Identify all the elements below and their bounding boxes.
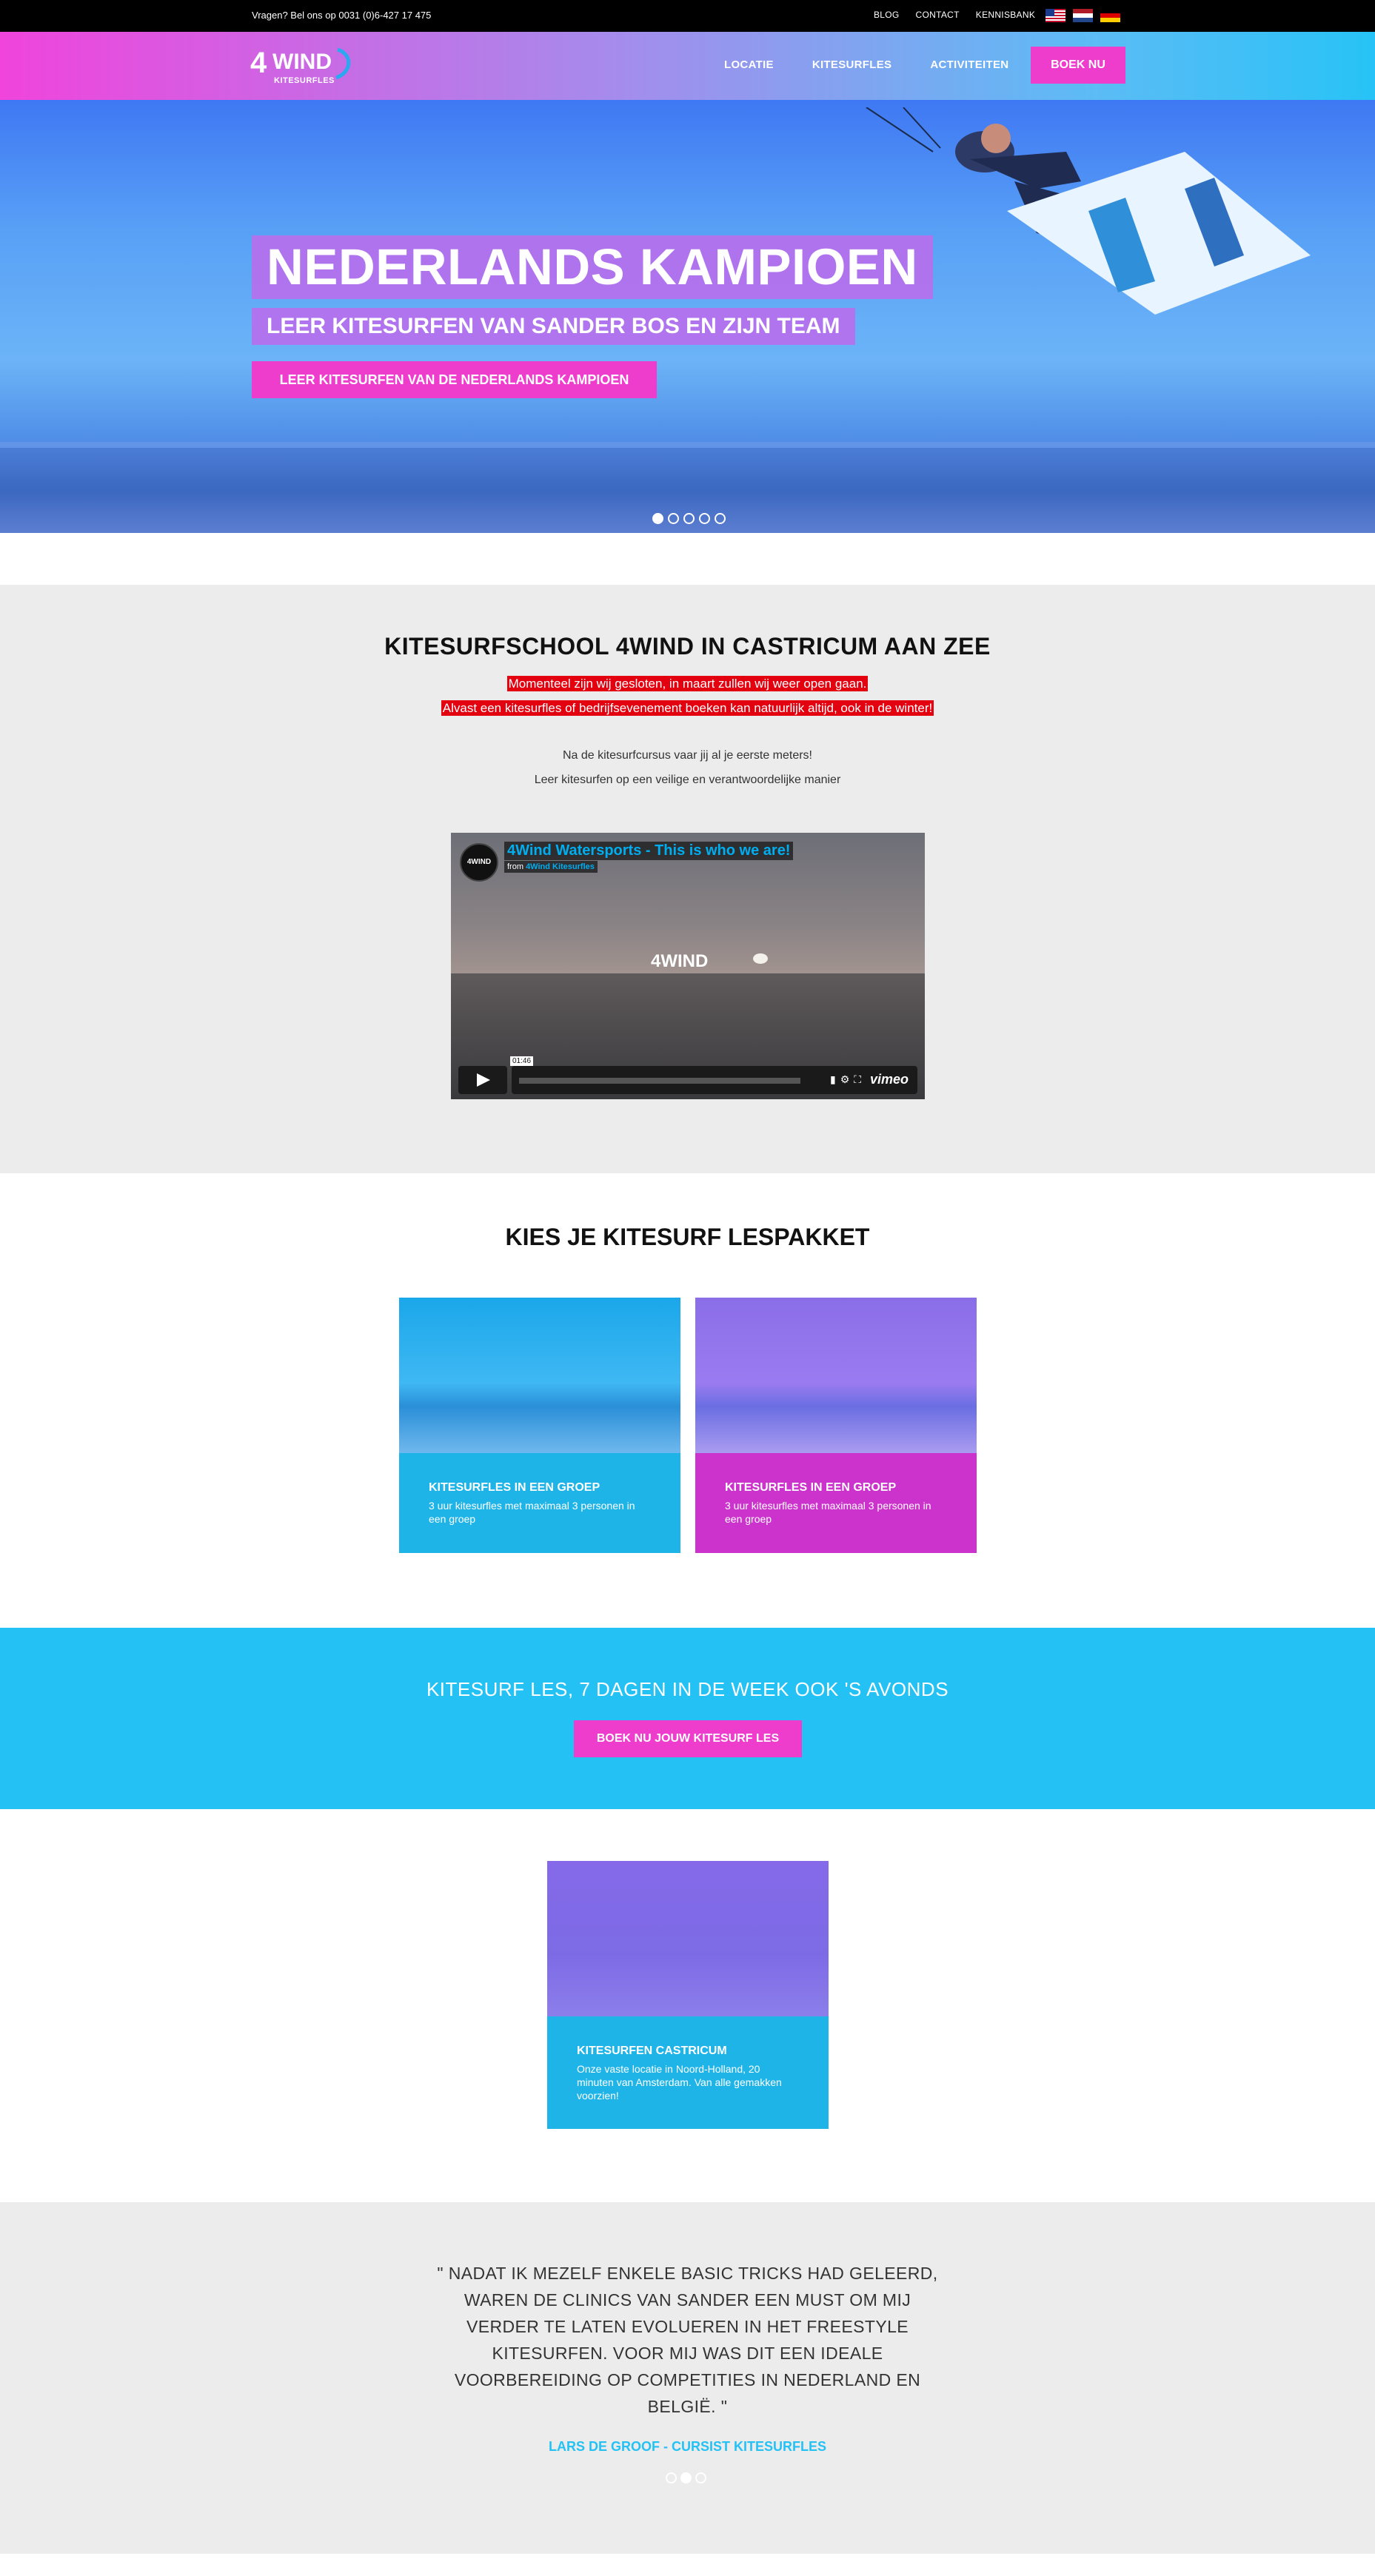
phone-number[interactable]: 0031 (0)6-427 17 475 (338, 10, 431, 21)
intro-title: KITESURFSCHOOL 4WIND IN CASTRICUM AAN ZE… (384, 633, 991, 660)
location-card-body: KITESURFEN CASTRICUM Onze vaste locatie … (547, 2016, 829, 2129)
package-card-2-image (695, 1298, 977, 1453)
kitesurfer-image (866, 107, 1311, 315)
language-flags (1046, 9, 1120, 22)
site-logo[interactable]: 4 WIND KITESURFLES (250, 45, 361, 88)
intro-paragraph-1: Na de kitesurfcursus vaar jij al je eers… (562, 749, 812, 762)
main-nav: LOCATIE KITESURFLES ACTIVITEITEN (724, 58, 1008, 71)
top-links: BLOG CONTACT KENNISBANK (874, 10, 1035, 20)
vimeo-video-player[interactable]: 4WIND 4Wind Watersports - This is who we… (451, 833, 925, 1099)
top-link-kennisbank[interactable]: KENNISBANK (976, 10, 1035, 20)
intro-paragraph-2: Leer kitesurfen op een veilige en verant… (534, 774, 841, 786)
video-logo: 4WIND (651, 951, 709, 971)
notice-2-text: Alvast een kitesurfles of bedrijfsevenem… (441, 700, 934, 716)
boek-nu-button[interactable]: BOEK NU (1031, 47, 1125, 84)
channel-avatar[interactable]: 4WIND (460, 843, 498, 882)
package-card-1-desc: 3 uur kitesurfles met maximaal 3 persone… (429, 1500, 635, 1525)
location-card[interactable]: KITESURFEN CASTRICUM Onze vaste locatie … (547, 1861, 829, 2129)
testimonial-dot-2[interactable] (680, 2472, 692, 2483)
packages-title: KIES JE KITESURF LESPAKKET (505, 1224, 870, 1250)
slider-dot-4[interactable] (699, 513, 710, 524)
hero-slider-dots (652, 513, 726, 524)
logo-number: 4 (250, 47, 267, 79)
phone-info: Vragen? Bel ons op 0031 (0)6-427 17 475 (252, 10, 431, 21)
video-sun (753, 953, 768, 964)
package-card-2[interactable]: KITESURFLES IN EEN GROEP 3 uur kitesurfl… (695, 1298, 977, 1553)
video-from: from 4Wind Kitesurfles (504, 861, 598, 873)
slider-dot-1[interactable] (652, 513, 663, 524)
site-header: 4 WIND KITESURFLES LOCATIE KITESURFLES A… (0, 32, 1375, 100)
video-progress-track[interactable] (519, 1078, 800, 1084)
location-card-image (547, 1861, 829, 2016)
nav-kitesurfles[interactable]: KITESURFLES (812, 58, 891, 71)
testimonial-dot-1[interactable] (666, 2472, 677, 2483)
nav-locatie[interactable]: LOCATIE (724, 58, 774, 71)
video-time: 01:46 (510, 1056, 534, 1066)
hero-title: NEDERLANDS KAMPIOEN (252, 235, 933, 299)
package-card-1-title: KITESURFLES IN EEN GROEP (429, 1481, 600, 1494)
video-controls-bar: ▮⚙⛶ vimeo (512, 1066, 917, 1094)
hero-cta-button[interactable]: LEER KITESURFEN VAN DE NEDERLANDS KAMPIO… (252, 361, 657, 398)
intro-section: KITESURFSCHOOL 4WIND IN CASTRICUM AAN ZE… (0, 585, 1375, 1173)
nav-activiteiten[interactable]: ACTIVITEITEN (930, 58, 1008, 71)
notice-1-text: Momenteel zijn wij gesloten, in maart zu… (506, 676, 869, 691)
top-bar: Vragen? Bel ons op 0031 (0)6-427 17 475 … (0, 0, 1375, 32)
boek-kitesurf-les-button[interactable]: BOEK NU JOUW KITESURF LES (574, 1720, 802, 1757)
top-link-contact[interactable]: CONTACT (916, 10, 960, 20)
slider-dot-3[interactable] (683, 513, 695, 524)
location-card-title: KITESURFEN CASTRICUM (577, 2045, 727, 2057)
top-link-blog[interactable]: BLOG (874, 10, 900, 20)
play-button[interactable] (458, 1066, 507, 1094)
nl-flag-icon[interactable] (1073, 9, 1093, 22)
testimonial-section: " NADAT IK MEZELF ENKELE BASIC TRICKS HA… (0, 2202, 1375, 2554)
package-card-1-image (399, 1298, 680, 1453)
us-flag-icon[interactable] (1046, 9, 1065, 22)
slider-dot-5[interactable] (715, 513, 726, 524)
de-flag-icon[interactable] (1100, 9, 1120, 22)
video-settings-icon[interactable]: ▮⚙⛶ (830, 1073, 866, 1086)
testimonial-dots (666, 2472, 706, 2483)
video-from-name[interactable]: 4Wind Kitesurfles (526, 862, 595, 871)
hero-slider: NEDERLANDS KAMPIOEN LEER KITESURFEN VAN … (0, 100, 1375, 533)
package-card-1[interactable]: KITESURFLES IN EEN GROEP 3 uur kitesurfl… (399, 1298, 680, 1553)
slider-dot-2[interactable] (668, 513, 679, 524)
logo-subtitle: KITESURFLES (274, 76, 335, 85)
vimeo-logo[interactable]: vimeo (870, 1072, 909, 1087)
cta-text: KITESURF LES, 7 DAGEN IN DE WEEK OOK 'S … (426, 1678, 949, 1700)
testimonial-dot-3[interactable] (695, 2472, 706, 2483)
cta-band: KITESURF LES, 7 DAGEN IN DE WEEK OOK 'S … (0, 1628, 1375, 1809)
package-card-2-title: KITESURFLES IN EEN GROEP (725, 1481, 897, 1494)
package-card-2-body: KITESURFLES IN EEN GROEP 3 uur kitesurfl… (695, 1453, 977, 1553)
video-from-label: from (507, 862, 523, 871)
logo-swoosh-icon (335, 47, 351, 80)
hero-subtitle: LEER KITESURFEN VAN SANDER BOS EN ZIJN T… (252, 308, 855, 345)
video-title[interactable]: 4Wind Watersports - This is who we are! (504, 842, 794, 860)
location-card-desc: Onze vaste locatie in Noord-Holland, 20 … (577, 2063, 782, 2102)
notice-1: Momenteel zijn wij gesloten, in maart zu… (0, 676, 1375, 691)
logo-word: WIND (272, 50, 332, 74)
notice-2: Alvast een kitesurfles of bedrijfsevenem… (0, 700, 1375, 716)
phone-prefix: Vragen? Bel ons op (252, 10, 336, 21)
testimonial-author: LARS DE GROOF - CURSIST KITESURFLES (548, 2439, 826, 2454)
package-card-1-body: KITESURFLES IN EEN GROEP 3 uur kitesurfl… (399, 1453, 680, 1553)
package-card-2-desc: 3 uur kitesurfles met maximaal 3 persone… (725, 1500, 931, 1525)
testimonial-quote: " NADAT IK MEZELF ENKELE BASIC TRICKS HA… (437, 2264, 938, 2416)
